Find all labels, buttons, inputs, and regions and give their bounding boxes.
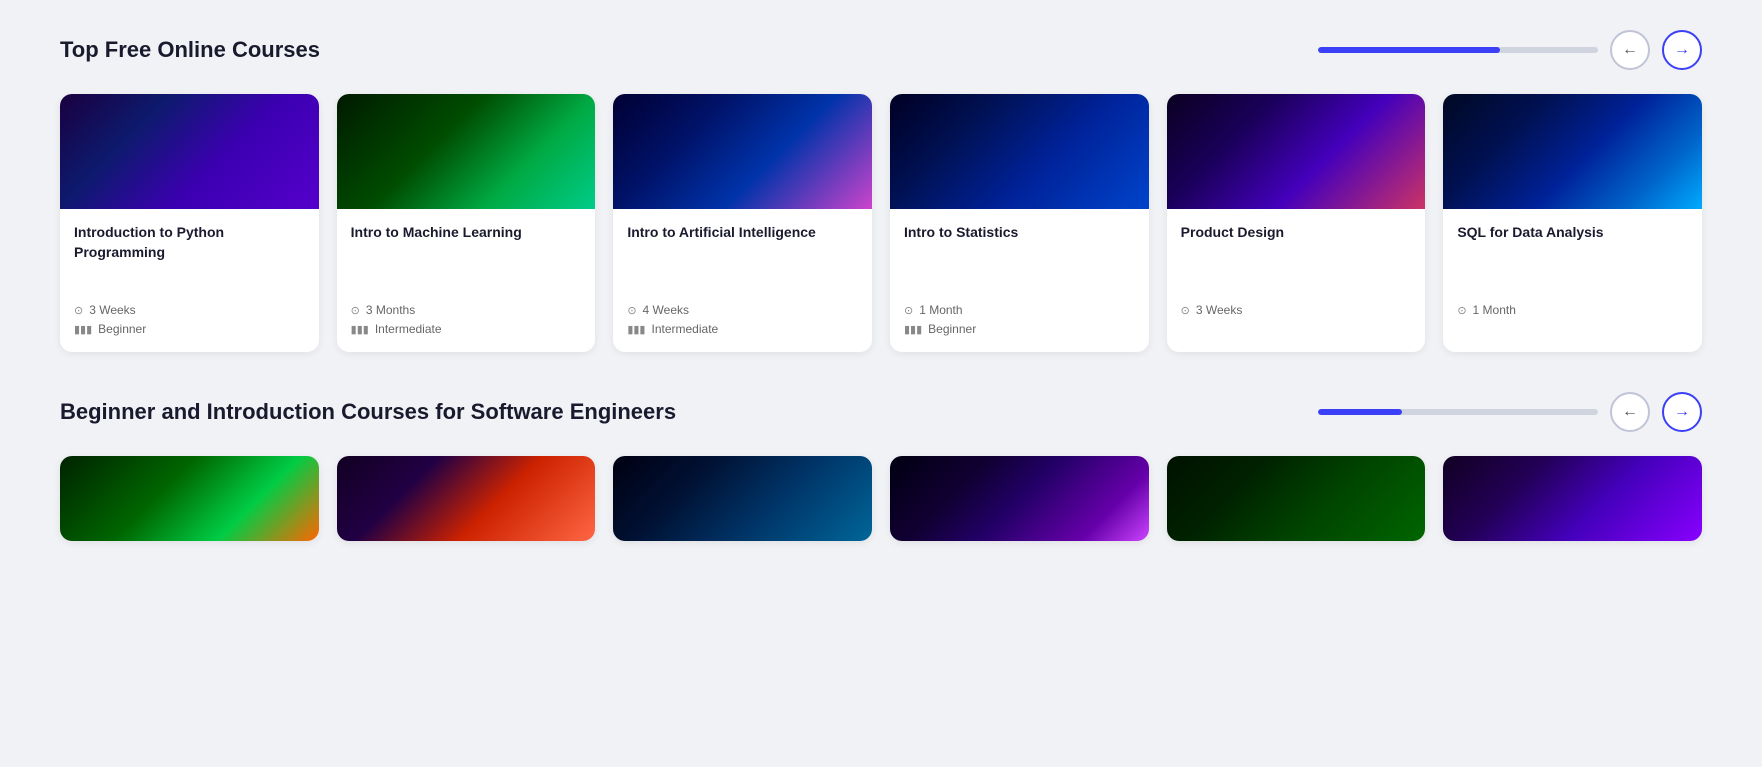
card-image-bottom-b6 [1443, 456, 1702, 541]
card-level-text-ml: Intermediate [375, 322, 442, 336]
card-image-bottom-b4 [890, 456, 1149, 541]
card-duration-text-ai: 4 Weeks [643, 303, 689, 317]
card-meta-python: ⊙ 3 Weeks ▮▮▮ Beginner [74, 303, 305, 336]
section2-next-button[interactable]: → [1662, 392, 1702, 432]
card-level-python: ▮▮▮ Beginner [74, 322, 305, 336]
clock-icon: ⊙ [74, 304, 83, 317]
course-card-bottom-b5[interactable] [1167, 456, 1426, 541]
clock-icon: ⊙ [351, 304, 360, 317]
course-card-stats[interactable]: Intro to Statistics ⊙ 1 Month ▮▮▮ Beginn… [890, 94, 1149, 352]
course-card-bottom-b4[interactable] [890, 456, 1149, 541]
course-card-design[interactable]: Product Design ⊙ 3 Weeks [1167, 94, 1426, 352]
card-body-stats: Intro to Statistics ⊙ 1 Month ▮▮▮ Beginn… [890, 209, 1149, 352]
card-image-stats [890, 94, 1149, 209]
top-free-courses-section: Top Free Online Courses ← → Introduction… [60, 30, 1702, 352]
card-level-text-python: Beginner [98, 322, 146, 336]
card-level-ml: ▮▮▮ Intermediate [351, 322, 582, 336]
card-duration-python: ⊙ 3 Weeks [74, 303, 305, 317]
course-card-sql[interactable]: SQL for Data Analysis ⊙ 1 Month [1443, 94, 1702, 352]
card-meta-ai: ⊙ 4 Weeks ▮▮▮ Intermediate [627, 303, 858, 336]
card-title-sql: SQL for Data Analysis [1457, 223, 1688, 283]
clock-icon: ⊙ [627, 304, 636, 317]
section1-controls: ← → [1318, 30, 1702, 70]
clock-icon: ⊙ [1457, 304, 1466, 317]
card-duration-text-python: 3 Weeks [89, 303, 135, 317]
course-card-bottom-b3[interactable] [613, 456, 872, 541]
card-duration-text-design: 3 Weeks [1196, 303, 1242, 317]
card-body-python: Introduction to Python Programming ⊙ 3 W… [60, 209, 319, 352]
card-meta-stats: ⊙ 1 Month ▮▮▮ Beginner [904, 303, 1135, 336]
card-image-ml [337, 94, 596, 209]
card-meta-sql: ⊙ 1 Month [1457, 303, 1688, 317]
bar-chart-icon: ▮▮▮ [351, 323, 369, 336]
card-image-bottom-b5 [1167, 456, 1426, 541]
course-card-ai[interactable]: Intro to Artificial Intelligence ⊙ 4 Wee… [613, 94, 872, 352]
section1-progress-fill [1318, 47, 1500, 53]
card-duration-sql: ⊙ 1 Month [1457, 303, 1688, 317]
clock-icon: ⊙ [1181, 304, 1190, 317]
course-card-ml[interactable]: Intro to Machine Learning ⊙ 3 Months ▮▮▮… [337, 94, 596, 352]
card-duration-ml: ⊙ 3 Months [351, 303, 582, 317]
section2-progress-bar [1318, 409, 1598, 415]
card-image-python [60, 94, 319, 209]
bar-chart-icon: ▮▮▮ [627, 323, 645, 336]
card-title-ml: Intro to Machine Learning [351, 223, 582, 283]
card-duration-ai: ⊙ 4 Weeks [627, 303, 858, 317]
card-title-python: Introduction to Python Programming [74, 223, 305, 283]
card-body-design: Product Design ⊙ 3 Weeks [1167, 209, 1426, 333]
card-image-sql [1443, 94, 1702, 209]
card-meta-ml: ⊙ 3 Months ▮▮▮ Intermediate [351, 303, 582, 336]
card-image-design [1167, 94, 1426, 209]
section1-title: Top Free Online Courses [60, 37, 320, 63]
card-body-sql: SQL for Data Analysis ⊙ 1 Month [1443, 209, 1702, 333]
section2-progress-fill [1318, 409, 1402, 415]
card-duration-text-stats: 1 Month [919, 303, 962, 317]
section1-cards-row: Introduction to Python Programming ⊙ 3 W… [60, 94, 1702, 352]
section2-controls: ← → [1318, 392, 1702, 432]
card-level-stats: ▮▮▮ Beginner [904, 322, 1135, 336]
card-image-bottom-b2 [337, 456, 596, 541]
card-level-ai: ▮▮▮ Intermediate [627, 322, 858, 336]
section1-prev-button[interactable]: ← [1610, 30, 1650, 70]
card-level-text-ai: Intermediate [652, 322, 719, 336]
section1-header: Top Free Online Courses ← → [60, 30, 1702, 70]
bar-chart-icon: ▮▮▮ [904, 323, 922, 336]
card-body-ml: Intro to Machine Learning ⊙ 3 Months ▮▮▮… [337, 209, 596, 352]
clock-icon: ⊙ [904, 304, 913, 317]
card-body-ai: Intro to Artificial Intelligence ⊙ 4 Wee… [613, 209, 872, 352]
section1-next-button[interactable]: → [1662, 30, 1702, 70]
card-image-bottom-b1 [60, 456, 319, 541]
card-duration-design: ⊙ 3 Weeks [1181, 303, 1412, 317]
course-card-bottom-b1[interactable] [60, 456, 319, 541]
card-duration-text-ml: 3 Months [366, 303, 415, 317]
course-card-bottom-b2[interactable] [337, 456, 596, 541]
bar-chart-icon: ▮▮▮ [74, 323, 92, 336]
card-duration-stats: ⊙ 1 Month [904, 303, 1135, 317]
card-title-design: Product Design [1181, 223, 1412, 283]
section2-title: Beginner and Introduction Courses for So… [60, 399, 676, 425]
course-card-bottom-b6[interactable] [1443, 456, 1702, 541]
section1-progress-bar [1318, 47, 1598, 53]
card-title-ai: Intro to Artificial Intelligence [627, 223, 858, 283]
section2-header: Beginner and Introduction Courses for So… [60, 392, 1702, 432]
card-title-stats: Intro to Statistics [904, 223, 1135, 283]
card-duration-text-sql: 1 Month [1473, 303, 1516, 317]
section2-cards-row [60, 456, 1702, 541]
course-card-python[interactable]: Introduction to Python Programming ⊙ 3 W… [60, 94, 319, 352]
card-meta-design: ⊙ 3 Weeks [1181, 303, 1412, 317]
section2-prev-button[interactable]: ← [1610, 392, 1650, 432]
card-level-text-stats: Beginner [928, 322, 976, 336]
software-engineers-section: Beginner and Introduction Courses for So… [60, 392, 1702, 541]
card-image-bottom-b3 [613, 456, 872, 541]
card-image-ai [613, 94, 872, 209]
